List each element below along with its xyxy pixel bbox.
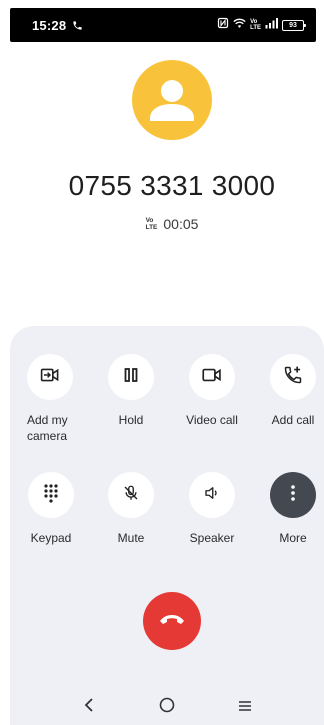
add-my-camera-label: Add my camera <box>27 413 68 443</box>
status-icons: Vo LTE 93 <box>217 16 306 34</box>
call-screen: 15:28 Vo LTE 93 0755 3331 3000 Vo LTE 00… <box>0 0 324 725</box>
menu-lines-icon <box>238 699 252 717</box>
mute-button[interactable]: Mute <box>94 472 168 546</box>
mute-label: Mute <box>117 531 145 545</box>
speaker-label: Speaker <box>189 531 235 545</box>
home-button[interactable] <box>152 693 182 723</box>
hang-up-icon <box>158 612 186 631</box>
navigation-bar <box>10 690 324 725</box>
back-button[interactable] <box>74 693 104 723</box>
more-label: More <box>279 531 307 545</box>
caller-number: 0755 3331 3000 <box>68 170 276 201</box>
hold-label: Hold <box>118 413 144 427</box>
signal-icon <box>265 16 278 34</box>
add-call-label: Add call <box>271 413 315 427</box>
wifi-icon <box>233 16 246 34</box>
person-icon <box>150 80 194 121</box>
add-my-camera-button[interactable]: Add my camera <box>27 354 101 444</box>
mic-off-icon <box>122 483 140 508</box>
ongoing-call-icon <box>72 20 83 31</box>
volte-indicator: Vo LTE <box>250 19 261 31</box>
battery-indicator: 93 <box>282 19 306 31</box>
speaker-button[interactable]: Speaker <box>175 472 249 546</box>
video-call-button[interactable]: Video call <box>175 354 249 428</box>
contact-avatar <box>132 60 212 140</box>
home-circle-icon <box>159 697 175 718</box>
camera-arrow-icon <box>40 367 60 388</box>
add-call-button[interactable]: Add call <box>256 354 324 428</box>
add-call-icon <box>283 365 303 390</box>
video-call-label: Video call <box>186 413 238 427</box>
dialpad-icon <box>42 483 60 508</box>
end-call-button[interactable] <box>143 592 201 650</box>
status-bar: 15:28 Vo LTE 93 <box>10 8 316 42</box>
recents-button[interactable] <box>230 693 260 723</box>
volte-badge: Vo LTE <box>145 217 158 231</box>
status-time: 15:28 <box>32 17 67 33</box>
call-duration: 00:05 <box>163 216 199 232</box>
call-status: Vo LTE 00:05 <box>0 216 324 232</box>
more-vertical-icon <box>290 484 296 507</box>
back-chevron-icon <box>84 697 94 718</box>
more-button[interactable]: More <box>256 472 324 546</box>
keypad-button[interactable]: Keypad <box>14 472 88 546</box>
pause-icon <box>124 367 138 387</box>
speaker-icon <box>203 484 221 507</box>
keypad-label: Keypad <box>30 531 72 545</box>
hold-button[interactable]: Hold <box>94 354 168 428</box>
video-camera-icon <box>202 368 222 387</box>
nfc-icon <box>217 16 229 34</box>
